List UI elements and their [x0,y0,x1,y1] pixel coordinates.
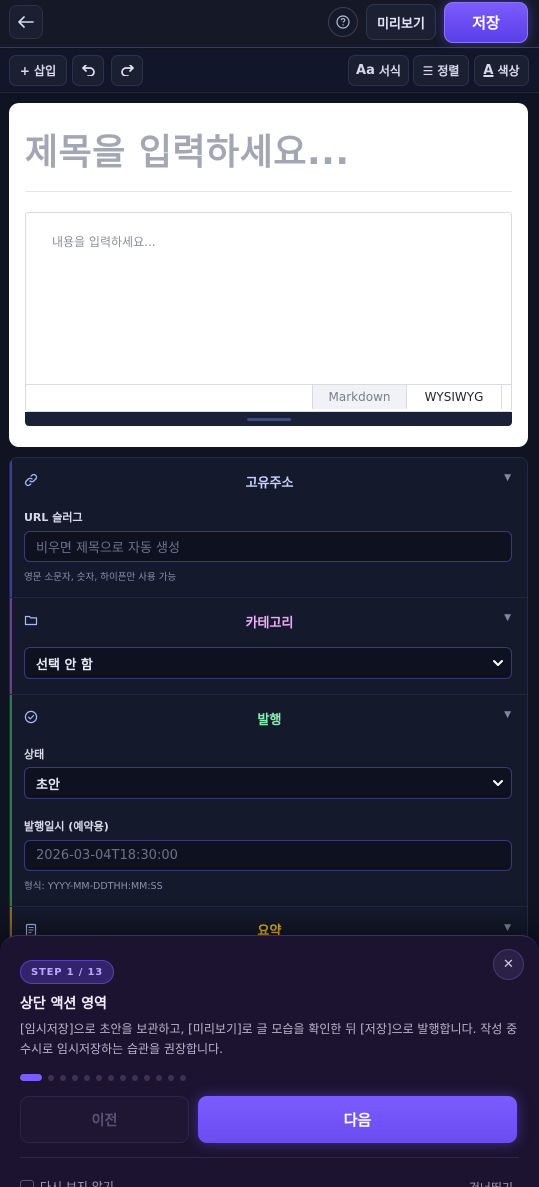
chevron-down-icon: ▼ [504,473,511,483]
editor-toolbar: + 삽입 Aa 서식 ☰ 정렬 A 색상 [0,49,539,93]
section-permalink: 고유주소 ▼ URL 슬러그 비우면 제목으로 자동 생성 영문 소문자, 숫자… [10,458,527,598]
editor-resize-bar[interactable] [25,412,512,426]
section-publish-title: 발행 [257,713,282,728]
tour-close-button[interactable]: ✕ [493,949,524,980]
align-icon: ☰ [422,63,434,78]
editor-mode-bar: Markdown WYSIWYG [26,384,511,411]
section-category-header[interactable]: 카테고리 ▼ [10,598,527,642]
tour-description: [임시저장]으로 초안을 보관하고, [미리보기]로 글 모습을 확인한 뒤 [… [20,1022,518,1056]
tour-dot [84,1075,90,1081]
tour-dot [120,1075,126,1081]
redo-button[interactable] [111,55,143,86]
settings-panel: 고유주소 ▼ URL 슬러그 비우면 제목으로 자동 생성 영문 소문자, 숫자… [9,457,528,957]
save-button[interactable]: 저장 [444,2,528,43]
chevron-down-icon: ▼ [504,710,511,720]
insert-button[interactable]: + 삽입 [9,55,67,86]
align-button[interactable]: ☰ 정렬 [413,55,469,86]
publish-date-hint: 형식: YYYY-MM-DDTHH:MM:SS [24,881,163,892]
tour-dot [108,1075,114,1081]
tour-dot [156,1075,162,1081]
back-button[interactable] [9,5,43,39]
tour-dot [168,1075,174,1081]
tour-dot [144,1075,150,1081]
tour-dot-active [20,1074,42,1081]
tour-title: 상단 액션 영역 [20,996,108,1012]
content-editor[interactable]: 내용을 입력하세요... Markdown WYSIWYG [25,212,512,412]
category-select-value: 선택 안 함 [36,657,93,673]
undo-icon [81,65,95,76]
onboarding-tour-popover: STEP 1 / 13 ✕ 상단 액션 영역 [임시저장]으로 초안을 보관하고… [0,935,539,1187]
chevron-down-icon [493,780,503,786]
format-icon: Aa [356,63,375,78]
close-icon: ✕ [503,957,514,972]
content-placeholder: 내용을 입력하세요... [52,235,156,249]
resize-handle[interactable] [247,418,291,421]
url-slug-hint: 영문 소문자, 숫자, 하이픈만 사용 가능 [24,572,177,583]
dont-show-again-checkbox[interactable] [20,1179,34,1187]
dont-show-again-option[interactable]: 다시 보지 않기 [20,1178,114,1187]
title-divider [25,191,512,192]
editor-card: 제목을 입력하세요... 내용을 입력하세요... Markdown WYSIW… [9,103,528,447]
align-label: 정렬 [437,64,460,78]
format-button[interactable]: Aa 서식 [348,55,409,86]
redo-icon [120,65,134,76]
tab-markdown[interactable]: Markdown [312,385,407,409]
tour-prev-button[interactable]: 이전 [20,1096,189,1143]
tour-dot [180,1075,186,1081]
undo-button[interactable] [72,55,104,86]
tour-dot [132,1075,138,1081]
dont-show-again-label: 다시 보지 않기 [40,1180,114,1187]
section-category: 카테고리 ▼ 선택 안 함 [10,598,527,695]
arrow-left-icon [18,16,34,28]
chevron-down-icon: ▼ [504,923,511,933]
status-select-value: 초안 [36,777,60,793]
chevron-down-icon: ▼ [504,613,511,623]
publish-date-input[interactable]: 2026-03-04T18:30:00 [24,840,512,871]
publish-date-label: 발행일시 (예약용) [24,820,109,833]
tour-dot [60,1075,66,1081]
category-select[interactable]: 선택 안 함 [24,647,512,679]
title-input[interactable]: 제목을 입력하세요... [25,123,513,175]
chevron-down-icon [493,660,503,666]
tab-wysiwyg[interactable]: WYSIWYG [407,385,502,409]
tour-skip-link[interactable]: 건너뛰기 [469,1179,513,1187]
tour-dot [96,1075,102,1081]
section-publish: 발행 ▼ 상태 초안 발행일시 (예약용) 2026-03-04T18:30:0… [10,695,527,907]
preview-button[interactable]: 미리보기 [366,4,436,40]
tour-dot [48,1075,54,1081]
help-button[interactable] [328,7,358,37]
color-button[interactable]: A 색상 [474,55,529,86]
status-select[interactable]: 초안 [24,767,512,799]
top-bar: 미리보기 저장 [0,0,539,48]
section-permalink-title: 고유주소 [245,476,294,491]
section-publish-header[interactable]: 발행 ▼ [10,695,527,739]
color-label: 색상 [497,64,520,78]
url-slug-label: URL 슬러그 [24,511,83,524]
url-slug-input[interactable]: 비우면 제목으로 자동 생성 [24,531,512,562]
tour-next-button[interactable]: 다음 [198,1096,517,1143]
text-color-icon: A [483,63,494,78]
section-permalink-header[interactable]: 고유주소 ▼ [10,458,527,502]
tour-divider [20,1157,519,1158]
tour-dot [72,1075,78,1081]
section-category-title: 카테고리 [245,616,294,631]
tour-step-badge: STEP 1 / 13 [20,960,114,984]
status-label: 상태 [24,748,45,761]
format-label: 서식 [378,64,401,78]
question-circle-icon [336,15,350,29]
